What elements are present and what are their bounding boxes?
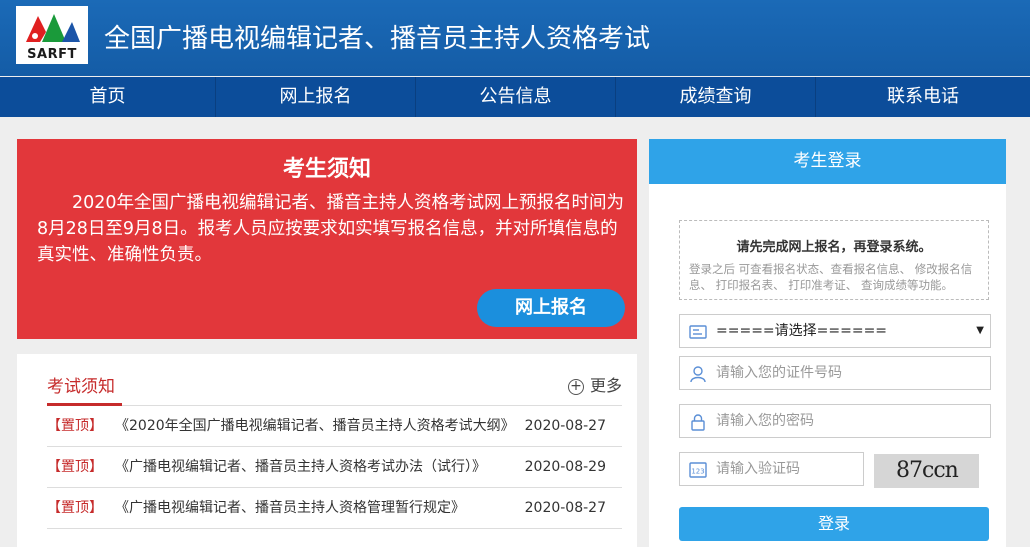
- pinned-tag: 【置顶】: [47, 459, 103, 475]
- login-tip-box: 请先完成网上报名，再登录系统。 登录之后 可查看报名状态、查看报名信息、 修改报…: [679, 220, 989, 300]
- lock-icon: [691, 414, 705, 431]
- nav-item-score-query[interactable]: 成绩查询: [616, 77, 816, 117]
- dropdown-arrow-icon: ▼: [976, 325, 984, 336]
- nav-item-online-registration[interactable]: 网上报名: [216, 77, 416, 117]
- news-item[interactable]: 【置顶】 《广播电视编辑记者、播音员主持人资格考试办法（试行）》 2020-08…: [47, 447, 622, 488]
- pinned-tag: 【置顶】: [47, 500, 103, 516]
- news-item-title[interactable]: 《2020年全国广播电视编辑记者、播音员主持人资格考试大纲》: [115, 406, 515, 447]
- notice-title: 考生须知: [282, 157, 371, 182]
- logo-text: SARFT: [27, 47, 77, 62]
- news-item-title[interactable]: 《广播电视编辑记者、播音员主持人资格考试办法（试行）》: [115, 447, 486, 488]
- login-panel: 考生登录 请先完成网上报名，再登录系统。 登录之后 可查看报名状态、查看报名信息…: [649, 139, 1006, 547]
- news-item-date: 2020-08-27: [524, 418, 606, 434]
- id-number-placeholder: 请输入您的证件号码: [716, 365, 842, 381]
- id-type-select[interactable]: =====请选择====== ▼: [679, 314, 991, 348]
- login-tip-sub: 登录之后 可查看报名状态、查看报名信息、 修改报名信息、 打印报名表、 打印准考…: [689, 262, 973, 292]
- nav-item-contact[interactable]: 联系电话: [816, 77, 1030, 117]
- main-nav: 首页 网上报名 公告信息 成绩查询 联系电话: [0, 77, 1030, 117]
- captcha-input[interactable]: 123 请输入验证码: [679, 452, 864, 486]
- sarft-logo[interactable]: SARFT: [16, 6, 88, 64]
- id-number-input[interactable]: 请输入您的证件号码: [679, 356, 991, 390]
- number-123-icon: 123: [689, 462, 707, 478]
- user-icon: [690, 366, 706, 383]
- site-header: SARFT 全国广播电视编辑记者、播音员主持人资格考试: [0, 0, 1030, 76]
- news-item-date: 2020-08-27: [524, 500, 606, 516]
- news-title[interactable]: 考试须知: [47, 372, 115, 397]
- logo-mark-icon: [26, 14, 80, 42]
- login-tip-main: 请先完成网上报名，再登录系统。: [736, 240, 932, 255]
- id-type-select-value: =====请选择======: [716, 323, 888, 339]
- pinned-tag: 【置顶】: [47, 418, 103, 434]
- svg-text:123: 123: [691, 468, 704, 476]
- captcha-placeholder: 请输入验证码: [716, 461, 800, 477]
- password-placeholder: 请输入您的密码: [716, 413, 814, 429]
- more-link[interactable]: + 更多: [567, 372, 622, 396]
- news-header: 考试须知 + 更多: [47, 354, 622, 406]
- news-item[interactable]: 【置顶】 《2020年全国广播电视编辑记者、播音员主持人资格考试大纲》 2020…: [47, 406, 622, 447]
- online-registration-button[interactable]: 网上报名: [477, 289, 625, 327]
- login-button[interactable]: 登录: [679, 507, 989, 541]
- plus-circle-icon: +: [567, 379, 584, 395]
- login-title: 考生登录: [649, 139, 1006, 184]
- id-card-icon: [689, 325, 707, 339]
- news-item-date: 2020-08-29: [524, 459, 606, 475]
- notice-text: 2020年全国广播电视编辑记者、播音主持人资格考试网上预报名时间为8月28日至9…: [37, 193, 625, 265]
- nav-item-home[interactable]: 首页: [0, 77, 216, 117]
- site-title: 全国广播电视编辑记者、播音员主持人资格考试: [104, 24, 651, 54]
- password-input[interactable]: 请输入您的密码: [679, 404, 991, 438]
- candidate-notice-panel: 考生须知 2020年全国广播电视编辑记者、播音主持人资格考试网上预报名时间为8月…: [17, 139, 637, 339]
- exam-notes-panel: 考试须知 + 更多 【置顶】 《2020年全国广播电视编辑记者、播音员主持人资格考…: [17, 354, 637, 547]
- captcha-image[interactable]: 87ccn: [874, 454, 979, 488]
- news-item-title[interactable]: 《广播电视编辑记者、播音员主持人资格管理暂行规定》: [115, 488, 465, 529]
- more-label: 更多: [589, 376, 622, 395]
- news-item[interactable]: 【置顶】 《广播电视编辑记者、播音员主持人资格管理暂行规定》 2020-08-2…: [47, 488, 622, 529]
- nav-item-announcements[interactable]: 公告信息: [416, 77, 616, 117]
